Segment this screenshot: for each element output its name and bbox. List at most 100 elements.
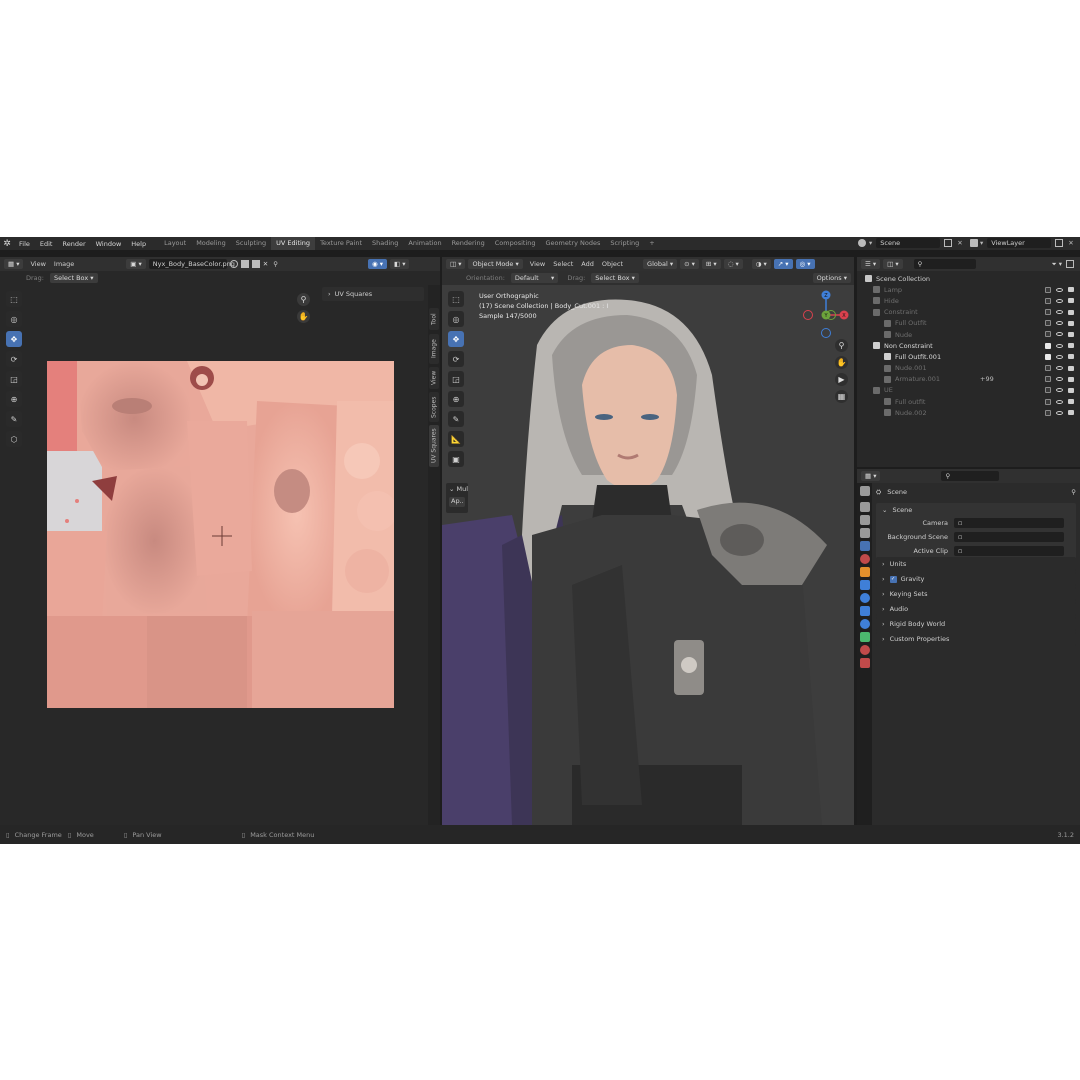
object-mode-dropdown[interactable]: Object Mode ▾ bbox=[468, 259, 523, 269]
render-tab-icon[interactable] bbox=[859, 502, 870, 512]
uv-sync-toggle-icon[interactable]: ◉ ▾ bbox=[367, 259, 387, 269]
annotate-tool-icon[interactable]: ✎ bbox=[6, 411, 22, 427]
menu-window[interactable]: Window bbox=[91, 240, 127, 248]
cursor-tool-icon[interactable]: ◎ bbox=[6, 311, 22, 327]
viewport-menu-add[interactable]: Add bbox=[577, 260, 598, 268]
outliner-item[interactable]: Nude.002 bbox=[865, 407, 1080, 418]
data-tab-icon[interactable] bbox=[859, 632, 870, 642]
fake-user-icon[interactable] bbox=[229, 260, 238, 268]
exclude-checkbox[interactable] bbox=[1045, 297, 1051, 304]
tab-animation[interactable]: Animation bbox=[403, 237, 446, 250]
particles-tab-icon[interactable] bbox=[859, 593, 870, 603]
exclude-checkbox[interactable] bbox=[1045, 342, 1051, 349]
exclude-checkbox[interactable] bbox=[1045, 331, 1051, 338]
tab-texture-paint[interactable]: Texture Paint bbox=[315, 237, 367, 250]
rotate-tool-icon[interactable]: ⟳ bbox=[6, 351, 22, 367]
tab-shading[interactable]: Shading bbox=[367, 237, 403, 250]
menu-render[interactable]: Render bbox=[57, 240, 90, 248]
constraints-tab-icon[interactable] bbox=[859, 619, 870, 629]
pin-icon[interactable]: ⚲ bbox=[273, 260, 278, 268]
pan-icon[interactable]: ✋ bbox=[835, 356, 848, 369]
add-workspace-button[interactable]: + bbox=[644, 237, 659, 250]
render-camera-icon[interactable] bbox=[1068, 287, 1074, 293]
viewport-options-dropdown[interactable]: Options ▾ bbox=[812, 273, 851, 283]
properties-panel[interactable]: › Keying Sets bbox=[876, 587, 1076, 601]
render-camera-icon[interactable] bbox=[1068, 354, 1074, 360]
outliner-root[interactable]: Scene Collection bbox=[865, 273, 1080, 284]
property-field-value[interactable]: ▫ bbox=[954, 532, 1064, 542]
viewport-drag-dropdown[interactable]: Select Box ▾ bbox=[591, 273, 639, 283]
outliner-item[interactable]: UE bbox=[865, 385, 1080, 396]
viewport-menu-object[interactable]: Object bbox=[598, 260, 627, 268]
blender-logo-icon[interactable]: ✲ bbox=[0, 239, 14, 249]
render-camera-icon[interactable] bbox=[1068, 376, 1074, 382]
tab-uv-squares[interactable]: UV Squares bbox=[429, 425, 439, 467]
tab-compositing[interactable]: Compositing bbox=[490, 237, 541, 250]
exclude-checkbox[interactable] bbox=[1045, 320, 1051, 327]
zoom-view-icon[interactable]: ⚲ bbox=[297, 293, 310, 306]
tab-tool[interactable]: Tool bbox=[429, 308, 439, 330]
object-tab-icon[interactable] bbox=[859, 567, 870, 577]
vp-select-box-tool-icon[interactable]: ⬚ bbox=[448, 291, 464, 307]
eye-icon[interactable] bbox=[1056, 377, 1063, 382]
tab-rendering[interactable]: Rendering bbox=[447, 237, 490, 250]
view-layer-dropdown-icon[interactable]: ▾ bbox=[980, 239, 983, 247]
image-name-field[interactable]: Nyx_Body_BaseColor.png bbox=[148, 259, 235, 269]
texture-tab-icon[interactable] bbox=[859, 658, 870, 668]
vp-add-cube-tool-icon[interactable]: ▣ bbox=[448, 451, 464, 467]
viewport-editor-type-icon[interactable]: ◫ ▾ bbox=[446, 259, 466, 269]
tab-image[interactable]: Image bbox=[429, 334, 439, 364]
duplicate-image-icon[interactable] bbox=[240, 260, 249, 268]
grab-tool-icon[interactable]: ⬡ bbox=[6, 431, 22, 447]
last-operator-panel[interactable]: ⌄ Mul Ap.. bbox=[446, 483, 468, 513]
render-camera-icon[interactable] bbox=[1068, 399, 1074, 405]
orientation-dropdown[interactable]: Default ▾ bbox=[510, 273, 559, 283]
outliner-item[interactable]: Nude bbox=[865, 329, 1080, 340]
properties-search-field[interactable]: ⚲ bbox=[941, 471, 1000, 481]
vp-measure-tool-icon[interactable]: 📐 bbox=[448, 431, 464, 447]
exclude-checkbox[interactable] bbox=[1045, 353, 1051, 360]
uv-menu-image[interactable]: Image bbox=[50, 260, 78, 268]
exclude-checkbox[interactable] bbox=[1045, 309, 1051, 316]
tab-sculpting[interactable]: Sculpting bbox=[231, 237, 271, 250]
transform-tool-icon[interactable]: ⊕ bbox=[6, 391, 22, 407]
vp-cursor-tool-icon[interactable]: ◎ bbox=[448, 311, 464, 327]
tab-geometry-nodes[interactable]: Geometry Nodes bbox=[541, 237, 606, 250]
scene-name-field[interactable]: Scene bbox=[876, 238, 941, 248]
new-view-layer-icon[interactable] bbox=[1055, 239, 1064, 247]
properties-panel[interactable]: › Audio bbox=[876, 602, 1076, 616]
tool-tab-icon[interactable] bbox=[859, 486, 870, 496]
character-render[interactable] bbox=[442, 285, 854, 825]
outliner-item[interactable]: Hide bbox=[865, 295, 1080, 306]
outliner-item[interactable]: Full Outfit bbox=[865, 318, 1080, 329]
tab-scripting[interactable]: Scripting bbox=[605, 237, 644, 250]
exclude-checkbox[interactable] bbox=[1045, 387, 1051, 394]
properties-panel[interactable]: › Units bbox=[876, 557, 1076, 571]
exclude-checkbox[interactable] bbox=[1045, 409, 1051, 416]
properties-editor-type-icon[interactable]: ▦ ▾ bbox=[861, 471, 881, 481]
property-field-value[interactable]: ▫ bbox=[954, 546, 1064, 556]
move-tool-icon[interactable]: ✥ bbox=[6, 331, 22, 347]
delete-scene-icon[interactable]: ✕ bbox=[957, 239, 962, 247]
world-tab-icon[interactable] bbox=[859, 554, 870, 564]
pin-properties-icon[interactable]: ⚲ bbox=[1071, 488, 1076, 496]
overlay-toggle-icon[interactable]: ◎ ▾ bbox=[795, 259, 815, 269]
eye-icon[interactable] bbox=[1056, 343, 1063, 348]
render-camera-icon[interactable] bbox=[1068, 331, 1074, 337]
transform-orientation-dropdown[interactable]: Global ▾ bbox=[643, 259, 678, 269]
tab-uv-editing[interactable]: UV Editing bbox=[271, 237, 316, 250]
eye-icon[interactable] bbox=[1056, 332, 1063, 337]
scene-dropdown-icon[interactable]: ▾ bbox=[869, 239, 872, 247]
render-camera-icon[interactable] bbox=[1068, 410, 1074, 416]
outliner-item[interactable]: Full outfit bbox=[865, 396, 1080, 407]
pan-view-icon[interactable]: ✋ bbox=[297, 310, 310, 323]
vp-move-tool-icon[interactable]: ✥ bbox=[448, 331, 464, 347]
outliner-item[interactable]: Constraint bbox=[865, 307, 1080, 318]
eye-icon[interactable] bbox=[1056, 366, 1063, 370]
exclude-checkbox[interactable] bbox=[1045, 376, 1051, 383]
menu-edit[interactable]: Edit bbox=[35, 240, 58, 248]
viewport-menu-view[interactable]: View bbox=[526, 260, 549, 268]
properties-panel[interactable]: › Rigid Body World bbox=[876, 617, 1076, 631]
outliner-item[interactable]: Armature.001 +99 bbox=[865, 374, 1080, 385]
ortho-grid-icon[interactable]: ▦ bbox=[835, 390, 848, 403]
